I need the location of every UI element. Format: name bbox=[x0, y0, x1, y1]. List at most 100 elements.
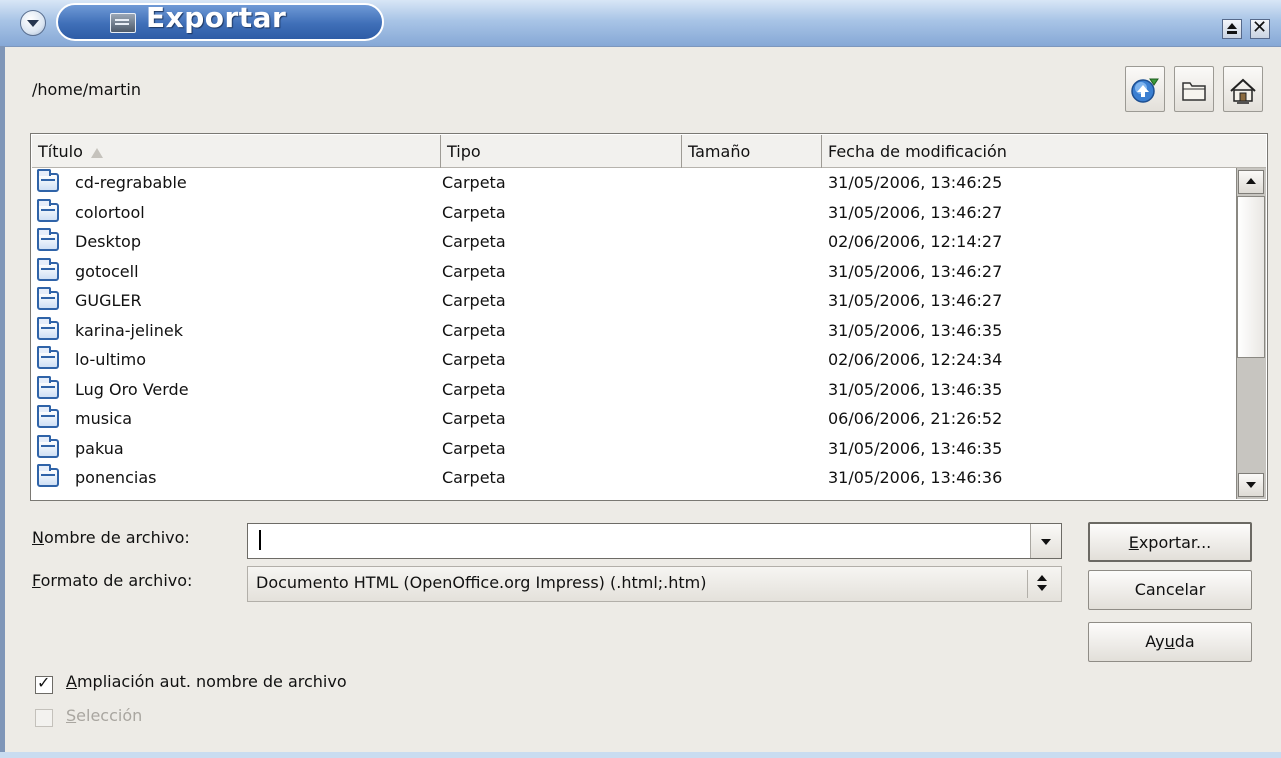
filename-label: Nombre de archivo: bbox=[32, 528, 190, 547]
file-row[interactable]: cd-regrabable Carpeta 31/05/2006, 13:46:25 bbox=[32, 168, 1234, 197]
folder-icon bbox=[37, 464, 59, 487]
column-header-date[interactable]: Fecha de modificación bbox=[822, 135, 1266, 168]
file-date: 31/05/2006, 13:46:36 bbox=[828, 468, 1003, 487]
current-path: /home/martin bbox=[32, 80, 141, 99]
window-bottom-border bbox=[0, 752, 1281, 758]
file-type: Carpeta bbox=[442, 173, 506, 192]
file-name: Lug Oro Verde bbox=[75, 379, 189, 399]
close-button[interactable]: ✕ bbox=[1250, 17, 1270, 39]
folder-icon bbox=[37, 169, 59, 192]
file-date: 31/05/2006, 13:46:27 bbox=[828, 261, 1003, 281]
filename-label-mnemonic: N bbox=[32, 528, 44, 547]
export-mnemonic: E bbox=[1128, 533, 1139, 552]
selection-text: elección bbox=[76, 706, 143, 725]
chevron-down-icon bbox=[1041, 539, 1051, 545]
format-label-mnemonic: F bbox=[32, 571, 41, 590]
file-row[interactable]: gotocell Carpeta 31/05/2006, 13:46:27 bbox=[32, 257, 1234, 286]
file-name: cd-regrabable bbox=[75, 173, 187, 192]
format-label-text: ormato de archivo: bbox=[40, 571, 193, 590]
folder-icon bbox=[37, 287, 59, 310]
selection-checkbox[interactable] bbox=[35, 709, 53, 727]
folder-icon bbox=[37, 257, 59, 281]
file-row[interactable]: musica Carpeta 06/06/2006, 21:26:52 bbox=[32, 404, 1234, 433]
file-date: 31/05/2006, 13:46:27 bbox=[828, 291, 1003, 310]
file-type: Carpeta bbox=[442, 320, 506, 340]
file-type: Carpeta bbox=[442, 409, 506, 428]
file-row[interactable]: lo-ultimo Carpeta 02/06/2006, 12:24:34 bbox=[32, 345, 1234, 374]
folder-icon bbox=[37, 375, 59, 399]
up-one-level-button[interactable] bbox=[1125, 66, 1165, 112]
filename-dropdown-button[interactable] bbox=[1030, 524, 1061, 558]
sort-ascending-icon bbox=[90, 147, 103, 158]
selection-label[interactable]: Selección bbox=[66, 706, 142, 725]
file-row[interactable]: pakua Carpeta 31/05/2006, 13:46:35 bbox=[32, 434, 1234, 463]
file-name: Desktop bbox=[75, 232, 141, 251]
chevron-down-icon bbox=[27, 20, 39, 27]
file-row[interactable]: karina-jelinek Carpeta 31/05/2006, 13:46:3… bbox=[32, 316, 1234, 345]
file-type: Carpeta bbox=[442, 379, 506, 399]
document-icon bbox=[110, 13, 136, 33]
file-date: 31/05/2006, 13:46:25 bbox=[828, 173, 1003, 192]
export-button[interactable]: Exportar... bbox=[1088, 522, 1252, 562]
file-date: 02/06/2006, 12:24:34 bbox=[828, 350, 1003, 369]
auto-extension-checkbox[interactable]: ✓ bbox=[35, 673, 53, 694]
column-header-type[interactable]: Tipo bbox=[441, 135, 682, 168]
file-row[interactable]: ponencias Carpeta 31/05/2006, 13:46:36 bbox=[32, 463, 1234, 492]
folder-icon bbox=[37, 198, 59, 222]
file-date: 31/05/2006, 13:46:35 bbox=[828, 379, 1003, 399]
scroll-down-button[interactable] bbox=[1238, 473, 1264, 497]
file-date: 31/05/2006, 13:46:35 bbox=[828, 320, 1003, 340]
select-arrows-icon[interactable] bbox=[1027, 570, 1058, 598]
file-date: 31/05/2006, 13:46:27 bbox=[828, 202, 1003, 222]
scrollbar-thumb[interactable] bbox=[1237, 196, 1265, 358]
folder-icon bbox=[37, 316, 59, 340]
cancel-button[interactable]: Cancelar bbox=[1088, 570, 1252, 610]
window-border bbox=[0, 46, 5, 758]
file-row[interactable]: colortool Carpeta 31/05/2006, 13:46:27 bbox=[32, 198, 1234, 227]
home-icon bbox=[1230, 78, 1256, 104]
help-label-post: da bbox=[1174, 632, 1195, 651]
file-name: gotocell bbox=[75, 261, 139, 281]
help-button[interactable]: Ayuda bbox=[1088, 622, 1252, 662]
file-row[interactable]: Desktop Carpeta 02/06/2006, 12:14:27 bbox=[32, 227, 1234, 256]
close-icon: ✕ bbox=[1252, 17, 1268, 38]
scroll-up-button[interactable] bbox=[1238, 170, 1264, 194]
column-header-size[interactable]: Tamaño bbox=[682, 135, 822, 168]
folder-icon bbox=[37, 434, 59, 458]
column-header-title-label: Título bbox=[38, 142, 83, 161]
default-directory-button[interactable] bbox=[1223, 66, 1263, 112]
auto-extension-mnemonic: A bbox=[66, 672, 77, 691]
file-name: lo-ultimo bbox=[75, 350, 146, 369]
help-mnemonic: u bbox=[1164, 632, 1175, 651]
column-header-title[interactable]: Título bbox=[32, 135, 441, 168]
file-format-value: Documento HTML (OpenOffice.org Impress) … bbox=[256, 573, 707, 592]
file-date: 31/05/2006, 13:46:35 bbox=[828, 438, 1003, 458]
file-type: Carpeta bbox=[442, 350, 506, 369]
file-row[interactable]: Lug Oro Verde Carpeta 31/05/2006, 13:46:35 bbox=[32, 375, 1234, 404]
arrow-up-icon bbox=[1246, 178, 1256, 184]
format-label: Formato de archivo: bbox=[32, 571, 192, 590]
file-row[interactable]: GUGLER Carpeta 31/05/2006, 13:46:27 bbox=[32, 286, 1234, 315]
file-name: ponencias bbox=[75, 468, 157, 487]
selection-mnemonic: S bbox=[66, 706, 77, 725]
file-type: Carpeta bbox=[442, 468, 506, 487]
auto-extension-label[interactable]: Ampliación aut. nombre de archivo bbox=[66, 672, 347, 691]
folder-icon bbox=[37, 346, 59, 369]
filename-input[interactable] bbox=[247, 523, 1062, 559]
file-name: musica bbox=[75, 409, 133, 428]
file-type: Carpeta bbox=[442, 438, 506, 458]
window-menu-button[interactable] bbox=[20, 10, 46, 36]
file-type: Carpeta bbox=[442, 261, 506, 281]
filename-label-text: ombre de archivo: bbox=[43, 528, 190, 547]
file-date: 06/06/2006, 21:26:52 bbox=[828, 409, 1003, 428]
file-list-body: cd-regrabable Carpeta 31/05/2006, 13:46:25… bbox=[32, 168, 1234, 499]
window-title: Exportar bbox=[146, 1, 287, 34]
file-name: colortool bbox=[75, 202, 145, 222]
help-label-pre: Ay bbox=[1145, 632, 1165, 651]
text-caret bbox=[259, 530, 261, 550]
arrow-down-icon bbox=[1246, 482, 1256, 488]
maximize-button[interactable] bbox=[1222, 19, 1242, 39]
file-type: Carpeta bbox=[442, 232, 506, 251]
new-folder-button[interactable] bbox=[1174, 66, 1214, 112]
file-name: GUGLER bbox=[75, 291, 142, 310]
